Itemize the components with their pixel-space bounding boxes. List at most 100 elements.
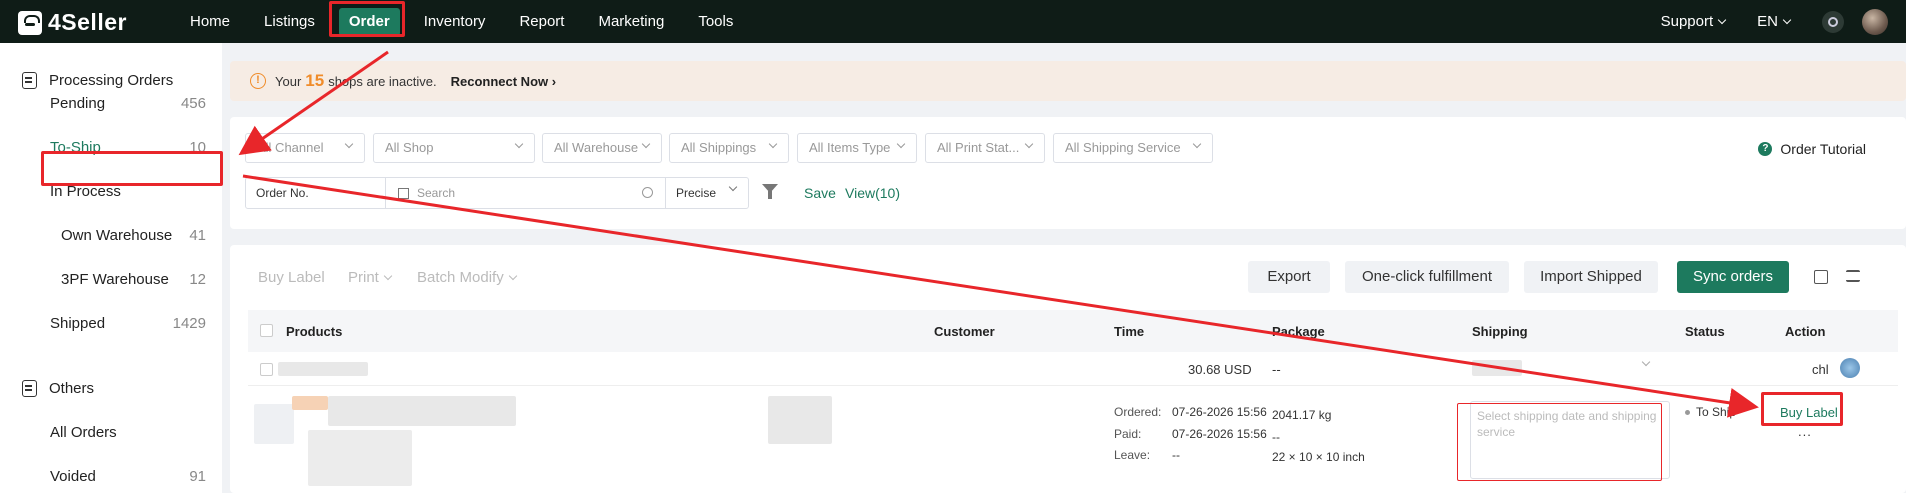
shippings-select[interactable]: All Shippings [669, 133, 789, 163]
package-dash: -- [1272, 362, 1281, 377]
inactive-shops-banner: ! Your 15 shops are inactive. Reconnect … [230, 61, 1906, 101]
order-status: To Ship [1685, 405, 1736, 419]
chevron-down-icon [1192, 139, 1202, 149]
sidebar-group-others[interactable]: Others [22, 380, 94, 397]
export-button[interactable]: Export [1248, 261, 1330, 293]
order-header-row: 30.68 USD -- chl [248, 352, 1898, 386]
highlight-to-ship [41, 151, 223, 186]
package-dimensions: 22 × 10 × 10 inch [1272, 450, 1365, 464]
match-mode-select[interactable]: Precise [666, 178, 748, 208]
redacted-product-title [328, 396, 516, 426]
chevron-down-icon [728, 182, 738, 192]
chevron-down-icon [768, 139, 778, 149]
reconnect-now-link[interactable]: Reconnect Now › [451, 74, 556, 89]
package-dash: -- [1272, 430, 1280, 444]
user-avatar[interactable] [1862, 8, 1888, 35]
sidebar-item-count: 41 [189, 227, 206, 244]
sidebar-item-count: 91 [189, 468, 206, 485]
print-menu[interactable]: Print [348, 269, 393, 286]
status-label: To Ship [1696, 405, 1737, 419]
nav-inventory[interactable]: Inventory [414, 8, 496, 36]
sidebar-item-3pf-warehouse[interactable]: 3PF Warehouse 12 [61, 271, 206, 288]
chevron-down-icon[interactable] [1641, 357, 1651, 367]
column-package: Package [1272, 324, 1325, 339]
sync-orders-button[interactable]: Sync orders [1677, 261, 1789, 293]
highlight-buy-label [1761, 392, 1843, 426]
column-shipping: Shipping [1472, 324, 1528, 339]
view-count-link[interactable]: View(10) [845, 185, 900, 201]
status-dot-icon [1685, 409, 1690, 415]
sidebar-item-count: 12 [189, 271, 206, 288]
settings-gear-icon[interactable] [1822, 10, 1844, 33]
search-input[interactable]: Search [386, 178, 666, 208]
redacted-shipping [1472, 360, 1522, 376]
sidebar-group-processing-orders[interactable]: Processing Orders [22, 72, 173, 89]
document-icon [22, 72, 37, 89]
search-icon[interactable] [642, 187, 653, 198]
sidebar-item-own-warehouse[interactable]: Own Warehouse 41 [61, 227, 206, 244]
sidebar: Processing Orders Pending 456 To-Ship 10… [0, 43, 222, 493]
highlight-shipping-service [1457, 403, 1662, 481]
banner-prefix: Your [275, 73, 302, 89]
import-shipped-button[interactable]: Import Shipped [1524, 261, 1658, 293]
sidebar-item-pending[interactable]: Pending 456 [50, 95, 206, 112]
nav-home[interactable]: Home [180, 8, 240, 36]
chevron-down-icon [514, 139, 524, 149]
support-menu[interactable]: Support [1661, 13, 1727, 30]
shipping-service-select[interactable]: All Shipping Service [1053, 133, 1213, 163]
order-tutorial-link[interactable]: ? Order Tutorial [1758, 141, 1866, 157]
sidebar-item-label: All Orders [50, 424, 117, 441]
select-all-checkbox[interactable] [260, 324, 273, 337]
logo[interactable]: 4Seller [18, 9, 127, 36]
main-nav: Home Listings Order Inventory Report Mar… [180, 0, 757, 43]
order-owner: chl [1812, 362, 1829, 377]
nav-tools[interactable]: Tools [688, 8, 743, 36]
nav-listings[interactable]: Listings [254, 8, 325, 36]
redacted-product-details [308, 430, 412, 486]
column-settings-icon[interactable] [1846, 270, 1860, 282]
print-status-select[interactable]: All Print Stat... [925, 133, 1045, 163]
sidebar-item-label: Shipped [50, 315, 106, 332]
search-bar: Order No. Search Precise [245, 177, 749, 209]
highlight-order-nav [329, 1, 405, 37]
order-checkbox[interactable] [260, 363, 273, 376]
language-menu[interactable]: EN [1757, 13, 1792, 30]
filter-funnel-icon[interactable] [762, 184, 778, 199]
chevron-down-icon [1782, 15, 1792, 24]
column-products: Products [286, 324, 343, 339]
column-time: Time [1114, 324, 1145, 339]
warehouse-select[interactable]: All Warehouse [542, 133, 662, 163]
column-action: Action [1785, 324, 1826, 339]
batch-modify-menu[interactable]: Batch Modify [417, 269, 517, 286]
export-list-icon[interactable] [1814, 270, 1828, 284]
grid-icon [398, 187, 409, 199]
items-type-select[interactable]: All Items Type [797, 133, 917, 163]
help-icon: ? [1758, 142, 1773, 156]
more-actions-icon[interactable]: ... [1798, 424, 1812, 439]
nav-marketing[interactable]: Marketing [588, 8, 674, 36]
sidebar-item-count: 1429 [172, 315, 206, 332]
channel-select[interactable]: All Channel [245, 133, 365, 163]
order-total: 30.68 USD [1188, 362, 1252, 377]
inactive-shop-count: 15 [305, 71, 325, 90]
sidebar-item-all-orders[interactable]: All Orders [50, 424, 206, 441]
sidebar-item-shipped[interactable]: Shipped 1429 [50, 315, 206, 332]
search-field-select[interactable]: Order No. [246, 178, 386, 208]
warning-icon: ! [250, 73, 266, 89]
sidebar-item-label: Voided [50, 468, 96, 485]
owner-avatar [1840, 358, 1860, 378]
one-click-fulfillment-button[interactable]: One-click fulfillment [1345, 261, 1509, 293]
redacted-product-tag [292, 396, 328, 410]
save-view-link[interactable]: Save [804, 185, 836, 201]
sidebar-item-label: Own Warehouse [61, 227, 173, 244]
shop-select[interactable]: All Shop [373, 133, 535, 163]
buy-label-batch-button[interactable]: Buy Label [258, 269, 325, 286]
leave-time: Leave: -- [1114, 448, 1180, 462]
sidebar-group-label: Processing Orders [49, 72, 174, 89]
nav-report[interactable]: Report [509, 8, 574, 36]
chevron-down-icon [1024, 139, 1034, 149]
chevron-down-icon [896, 139, 906, 149]
sidebar-item-label: Pending [50, 95, 106, 112]
sidebar-item-voided[interactable]: Voided 91 [50, 468, 206, 485]
product-image-icon [254, 404, 294, 444]
